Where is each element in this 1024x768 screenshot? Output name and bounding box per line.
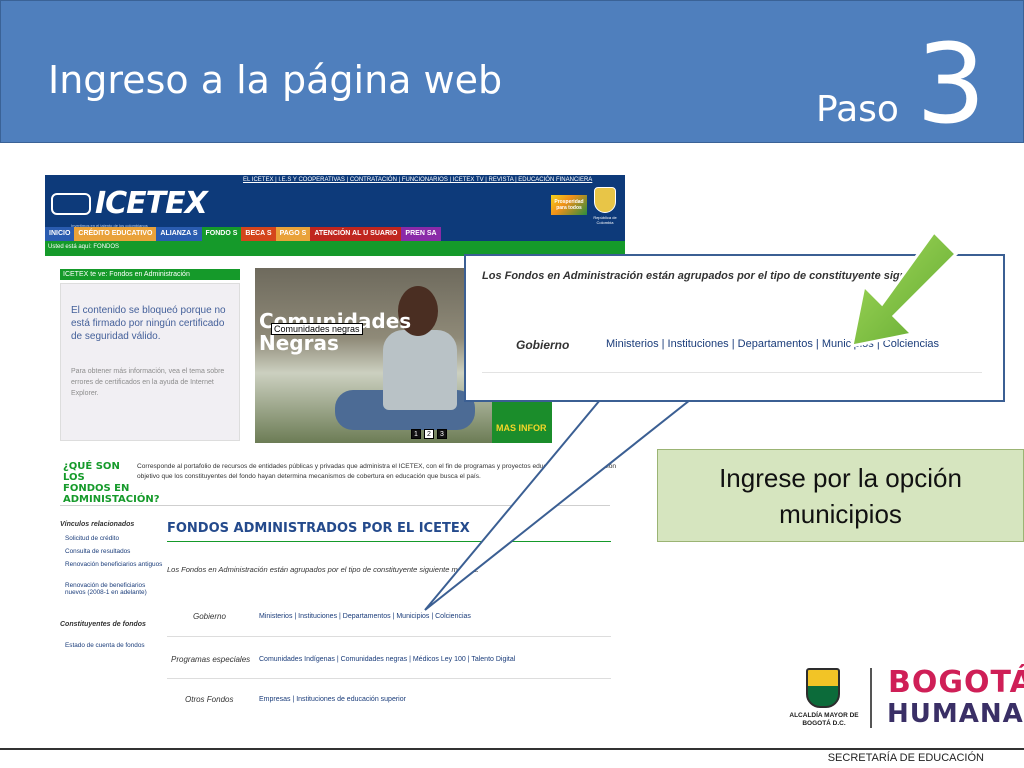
- footer-line: [0, 748, 1024, 750]
- alcaldia-text: ALCALDÍA MAYOR DE BOGOTÁ D.C.: [789, 712, 859, 727]
- alcaldia-logo: ALCALDÍA MAYOR DE BOGOTÁ D.C.: [784, 668, 864, 732]
- alcaldia-shield-icon: [806, 668, 840, 708]
- logo-divider: [870, 668, 872, 728]
- footer-text: SECRETARÍA DE EDUCACIÓN: [827, 752, 984, 764]
- callout-rule: [482, 372, 982, 373]
- instruction-text: Ingrese por la opción municipios: [719, 463, 962, 529]
- instruction-box: Ingrese por la opción municipios: [657, 449, 1024, 542]
- callout-label-gobierno: Gobierno: [516, 338, 570, 352]
- arrow-shape: [850, 229, 959, 348]
- callout-tail: [424, 399, 693, 611]
- humana-logo-text: HUMANA: [887, 699, 1024, 729]
- slide: Ingreso a la página web Paso 3 EL ICETEX…: [0, 0, 1024, 768]
- green-arrow-icon: [850, 229, 959, 348]
- bogota-logo-text: BOGOTÁ: [888, 665, 1024, 700]
